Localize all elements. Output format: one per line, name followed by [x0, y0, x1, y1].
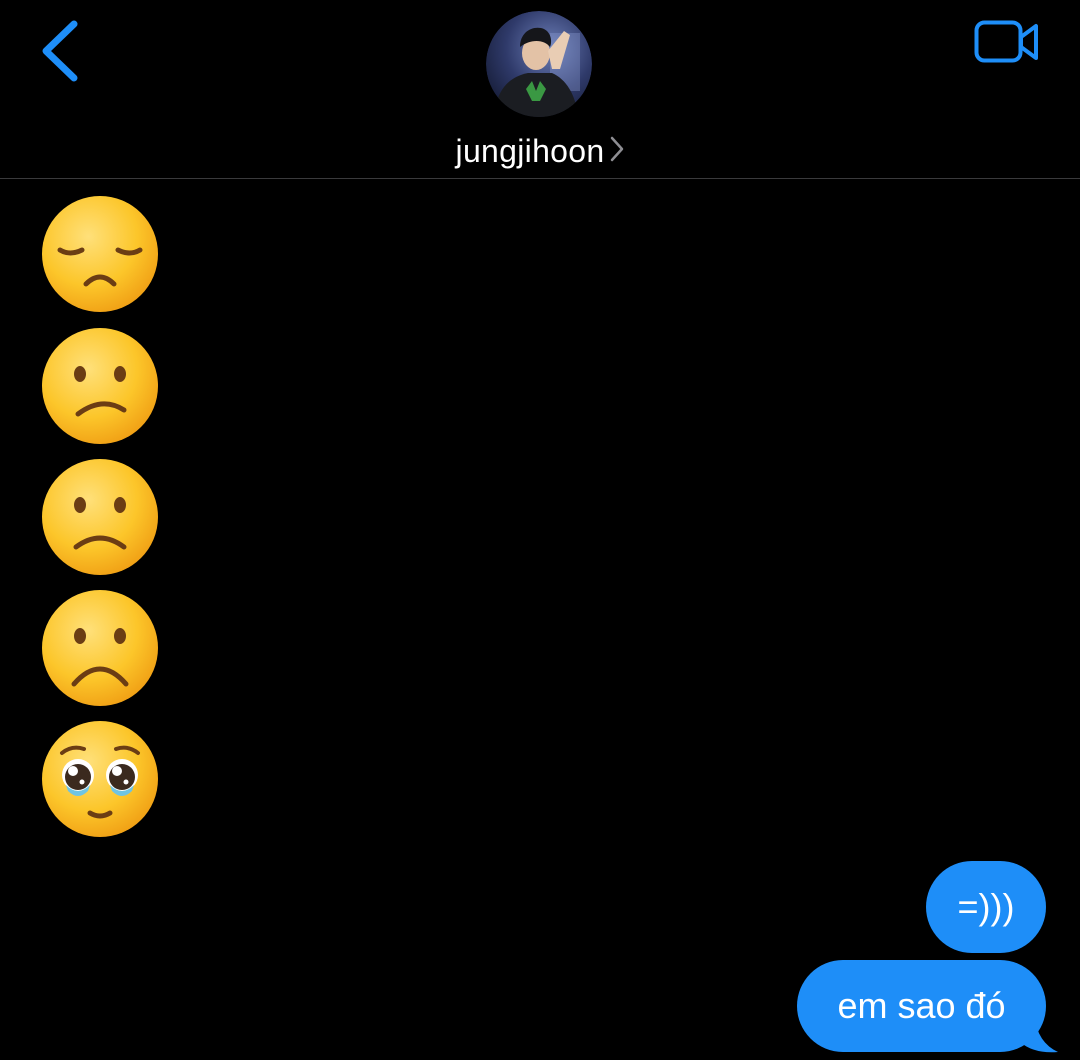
sent-message-bubble[interactable]: em sao đó: [797, 960, 1046, 1052]
avatar[interactable]: [486, 11, 592, 117]
chevron-left-icon: [42, 20, 78, 82]
frowning-face-emoji[interactable]: [40, 588, 160, 708]
confused-face-emoji[interactable]: [40, 326, 160, 446]
pleading-face-emoji[interactable]: [40, 719, 160, 839]
chevron-right-icon: [611, 136, 624, 162]
video-camera-icon: [974, 20, 1038, 63]
avatar-photo: [486, 11, 592, 117]
chat-header: jungjihoon: [0, 0, 1080, 179]
slightly-frowning-face-emoji[interactable]: [40, 457, 160, 577]
contact-name: jungjihoon: [455, 133, 605, 169]
back-button[interactable]: [34, 16, 90, 86]
contact-name-button[interactable]: jungjihoon: [0, 128, 1080, 174]
disappointed-face-emoji[interactable]: [40, 194, 160, 314]
video-call-button[interactable]: [974, 18, 1040, 66]
sent-message-bubble[interactable]: =))): [926, 861, 1046, 953]
